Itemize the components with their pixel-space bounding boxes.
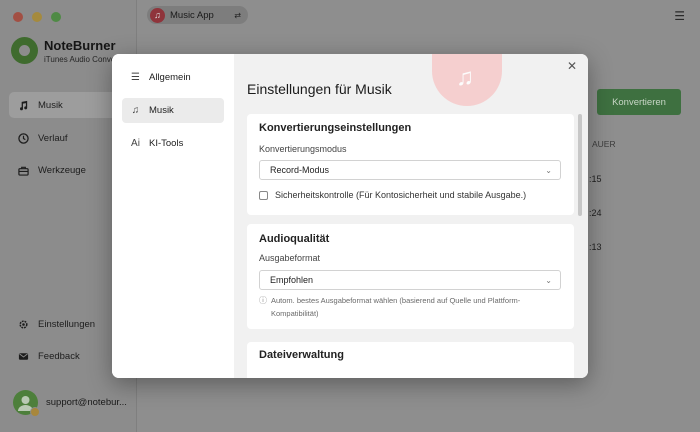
sidebar-item-label: Werkzeuge (38, 164, 86, 176)
music-watermark-icon (432, 54, 502, 106)
field-label: Konvertierungsmodus (259, 144, 347, 154)
audio-quality-card: Audioqualität Ausgabeformat Empfohlen ⌄ … (247, 224, 574, 329)
sidebar-item-einstellungen[interactable]: Einstellungen (9, 311, 129, 337)
mail-icon (18, 352, 29, 360)
security-check-checkbox[interactable] (259, 190, 268, 200)
window-controls (13, 12, 61, 22)
sliders-icon: ☰ (131, 72, 140, 83)
user-account[interactable]: support@notebur... (13, 390, 127, 417)
sidebar-item-werkzeuge[interactable]: Werkzeuge (9, 157, 129, 183)
convert-button[interactable]: Konvertieren (597, 89, 681, 115)
brand-subtitle: iTunes Audio Conver (44, 54, 118, 64)
clock-icon (18, 132, 29, 144)
settings-tab-musik[interactable]: ♫ Musik (122, 98, 224, 123)
sidebar-item-feedback[interactable]: Feedback (9, 343, 129, 369)
settings-dialog: ☰ Allgemein ♫ Musik Ai KI-Tools ✕ Einste… (112, 54, 588, 378)
duration-column-header: AUER (592, 139, 616, 149)
close-window-button[interactable] (13, 12, 23, 22)
security-check-row[interactable]: Sicherheitskontrolle (Für Kontosicherhei… (259, 190, 526, 200)
track-duration: :13 (589, 242, 602, 252)
conversion-mode-select[interactable]: Record-Modus ⌄ (259, 160, 561, 180)
menu-icon[interactable]: ☰ (674, 9, 685, 23)
music-note-icon (20, 100, 28, 110)
ai-icon: Ai (131, 138, 140, 149)
noteburner-logo-icon (11, 37, 38, 64)
card-title: Konvertierungseinstellungen (259, 122, 412, 134)
select-value: Record-Modus (270, 165, 330, 175)
settings-tab-allgemein[interactable]: ☰ Allgemein (122, 65, 224, 90)
avatar (13, 390, 40, 417)
sidebar-item-label: Verlauf (38, 132, 68, 144)
switch-arrows-icon: ⇄ (234, 10, 241, 20)
maximize-window-button[interactable] (51, 12, 61, 22)
settings-tab-label: KI-Tools (149, 138, 184, 149)
settings-title: Einstellungen für Musik (247, 81, 392, 97)
gear-icon (19, 319, 28, 329)
field-label: Ausgabeformat (259, 253, 321, 263)
settings-tab-ki-tools[interactable]: Ai KI-Tools (122, 131, 224, 156)
settings-tab-label: Allgemein (149, 72, 191, 83)
settings-content: ✕ Einstellungen für Musik Konvertierungs… (234, 54, 588, 378)
sidebar-item-label: Einstellungen (38, 318, 96, 330)
settings-tab-label: Musik (149, 105, 174, 116)
checkbox-label: Sicherheitskontrolle (Für Kontosicherhei… (275, 190, 527, 200)
sidebar-item-musik[interactable]: Musik (9, 92, 129, 118)
brand-title: NoteBurner (44, 37, 116, 53)
badge-icon (30, 407, 40, 417)
track-duration: :15 (589, 174, 602, 184)
source-label: Music App (170, 9, 214, 21)
sidebar-item-label: Musik (38, 99, 63, 111)
source-selector[interactable]: ♫ Music App ⇄ (147, 6, 248, 24)
music-note-icon: ♫ (131, 105, 140, 116)
format-hint: ⓘ Autom. bestes Ausgabeformat wählen (ba… (259, 294, 559, 320)
card-title: Dateiverwaltung (259, 349, 344, 361)
minimize-window-button[interactable] (32, 12, 42, 22)
brand: NoteBurner iTunes Audio Conver (11, 37, 118, 64)
hint-text: Autom. bestes Ausgabeformat wählen (basi… (271, 296, 521, 318)
info-icon: ⓘ (259, 296, 267, 305)
music-app-icon: ♫ (150, 7, 165, 23)
conversion-settings-card: Konvertierungseinstellungen Konvertierun… (247, 114, 574, 215)
toolbox-icon (18, 166, 29, 176)
track-duration: :24 (589, 208, 602, 218)
settings-nav: ☰ Allgemein ♫ Musik Ai KI-Tools (112, 54, 234, 378)
select-value: Empfohlen (270, 275, 314, 285)
card-title: Audioqualität (259, 233, 330, 245)
chevron-down-icon: ⌄ (545, 165, 552, 175)
sidebar-item-label: Feedback (38, 350, 80, 362)
user-email: support@notebur... (46, 397, 127, 408)
file-management-card: Dateiverwaltung (247, 342, 574, 378)
sidebar-item-verlauf[interactable]: Verlauf (9, 125, 129, 151)
close-icon[interactable]: ✕ (565, 59, 579, 73)
scrollbar-thumb[interactable] (578, 114, 582, 216)
output-format-select[interactable]: Empfohlen ⌄ (259, 270, 561, 290)
chevron-down-icon: ⌄ (545, 275, 552, 285)
